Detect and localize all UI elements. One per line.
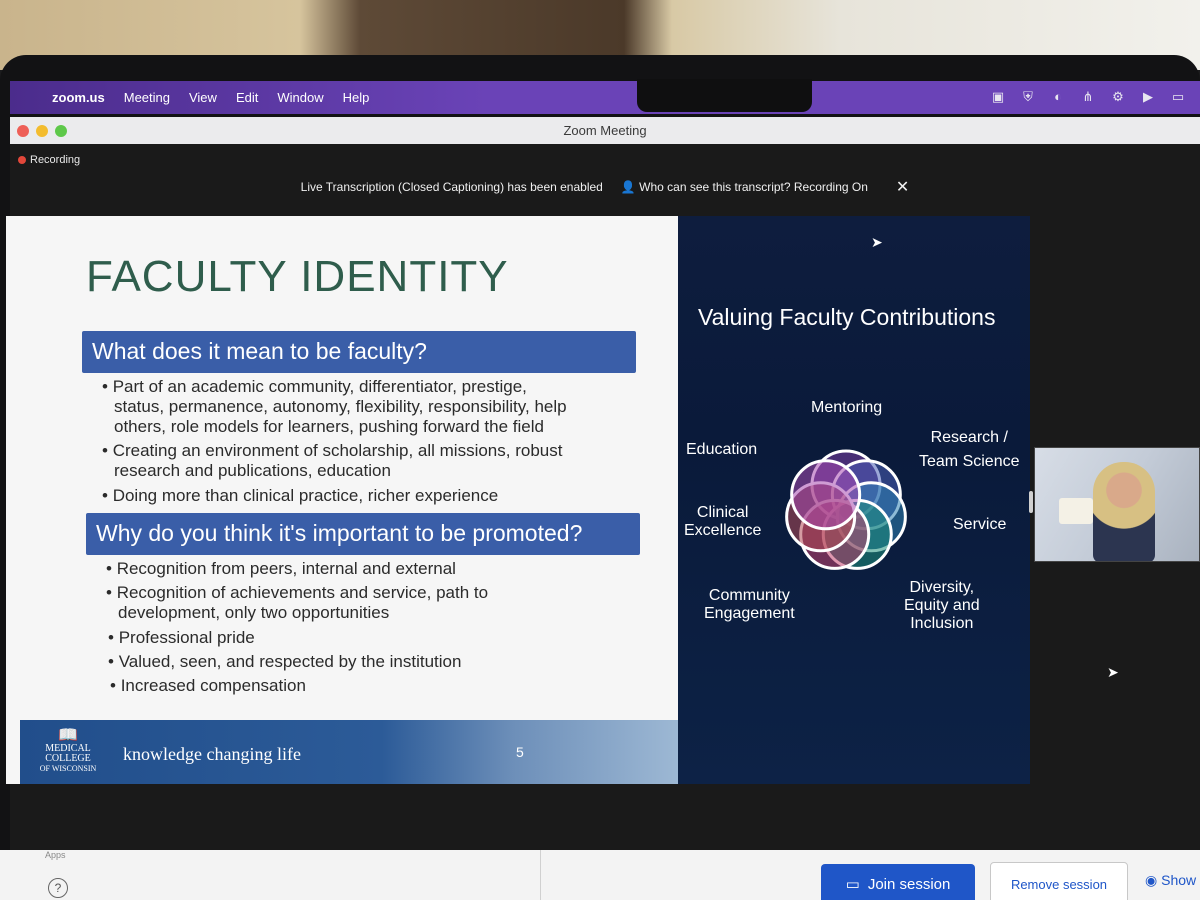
window-titlebar: Zoom Meeting xyxy=(10,117,1200,144)
bullet-4-text: Recognition from peers, internal and ext… xyxy=(116,559,456,578)
bullet-1-line-2: status, permanence, autonomy, flexibilit… xyxy=(114,397,567,416)
zoom-video-icon[interactable]: ▣ xyxy=(990,89,1006,104)
bullet-5: • Recognition of achievements and servic… xyxy=(106,583,489,602)
question-bar-1: What does it mean to be faculty? xyxy=(82,331,636,373)
eye-icon: ◉ xyxy=(1145,872,1158,888)
slide-footer xyxy=(20,720,678,784)
banner-link[interactable]: 👤 Who can see this transcript? Recording… xyxy=(621,180,868,194)
label-research-line-1: Research / xyxy=(930,429,1008,446)
bullet-3: • Doing more than clinical practice, ric… xyxy=(102,486,499,505)
question-bar-2: Why do you think it's important to be pr… xyxy=(86,513,640,555)
remove-session-button[interactable]: Remove session xyxy=(990,862,1128,900)
menu-window[interactable]: Window xyxy=(277,90,323,105)
mouse-cursor-icon: ➤ xyxy=(871,234,883,250)
sync-icon[interactable]: ◐ xyxy=(1050,89,1066,104)
banner-close-icon[interactable]: ✕ xyxy=(896,177,909,197)
label-community: Community Engagement xyxy=(704,587,795,623)
recording-label: Recording xyxy=(30,154,81,166)
venn-rosette xyxy=(785,449,907,570)
window-title: Zoom Meeting xyxy=(563,123,647,138)
book-icon: 📖 xyxy=(58,727,78,744)
logo-line-3: OF WISCONSIN xyxy=(39,764,97,773)
camera-notch xyxy=(637,79,812,112)
label-research-line-2: Team Science xyxy=(919,453,1020,470)
show-link[interactable]: ◉ Show xyxy=(1145,872,1196,889)
menubar-tray: ▣ ⛨ ◐ ⋔ ⚙ ▶ ▭ xyxy=(990,89,1186,104)
bullet-6: • Professional pride xyxy=(108,628,255,647)
menu-help[interactable]: Help xyxy=(343,90,370,105)
join-session-label: Join session xyxy=(867,875,951,893)
label-research: Research / Team Science xyxy=(919,429,1020,471)
recording-indicator: Recording xyxy=(18,154,80,166)
bullet-4: • Recognition from peers, internal and e… xyxy=(106,559,456,578)
banner-link-label: Who can see this transcript? Recording O… xyxy=(639,180,868,194)
transcription-banner: Live Transcription (Closed Captioning) h… xyxy=(10,177,1200,197)
apple-icon[interactable] xyxy=(24,90,40,106)
label-service: Service xyxy=(953,516,1007,533)
label-clinical-line-1: Clinical xyxy=(696,504,749,521)
label-community-line-2: Engagement xyxy=(704,605,795,622)
bullet-3-text: Doing more than clinical practice, riche… xyxy=(112,486,499,505)
bullet-2: • Creating an environment of scholarship… xyxy=(102,441,563,460)
bullet-7: • Valued, seen, and respected by the ins… xyxy=(108,652,462,671)
show-label: Show xyxy=(1161,872,1197,888)
menu-edit[interactable]: Edit xyxy=(236,90,258,105)
bullet-5-text: Recognition of achievements and service,… xyxy=(116,583,489,602)
rosette-group xyxy=(785,449,907,570)
bullet-2-line-2: research and publications, education xyxy=(114,461,391,480)
bullet-1: • Part of an academic community, differe… xyxy=(102,377,527,396)
label-clinical-line-2: Excellence xyxy=(684,522,762,539)
recording-dot-icon xyxy=(18,156,26,164)
join-session-button[interactable]: ▭ Join session xyxy=(821,864,975,900)
label-diversity-line-1: Diversity, xyxy=(909,579,975,596)
bullet-7-text: Valued, seen, and respected by the insti… xyxy=(118,652,462,671)
bullet-8: • Increased compensation xyxy=(110,676,306,695)
help-icon[interactable]: ? xyxy=(48,878,68,898)
resize-handle[interactable] xyxy=(1029,491,1033,513)
shield-icon[interactable]: ⛨ xyxy=(1020,89,1036,104)
participant-avatar xyxy=(1093,462,1155,561)
bullet-1-line-3: others, role models for learners, pushin… xyxy=(114,417,544,436)
camera-icon: ▭ xyxy=(845,876,860,893)
slide-title: FACULTY IDENTITY xyxy=(86,252,509,301)
person-icon: 👤 xyxy=(620,180,636,194)
participant-video-tile[interactable] xyxy=(1034,447,1200,562)
bullet-2-text: Creating an environment of scholarship, … xyxy=(112,441,563,460)
shared-slide: FACULTY IDENTITY What does it mean to be… xyxy=(6,216,1030,784)
photo-scene: zoom.us Meeting View Edit Window Help ▣ … xyxy=(0,0,1200,900)
menu-view[interactable]: View xyxy=(189,90,217,105)
banner-text: Live Transcription (Closed Captioning) h… xyxy=(300,180,603,194)
bullet-5-line-2: development, only two opportunities xyxy=(118,603,390,622)
share-icon[interactable]: ⋔ xyxy=(1080,89,1096,104)
bullet-1-text: Part of an academic community, different… xyxy=(112,377,527,396)
valuing-title: Valuing Faculty Contributions xyxy=(698,304,996,330)
label-diversity-line-3: Inclusion xyxy=(910,615,974,632)
gear-icon[interactable]: ⚙ xyxy=(1110,89,1126,104)
label-diversity-line-2: Equity and xyxy=(904,597,980,614)
mouse-cursor-2-icon: ➤ xyxy=(1107,664,1119,680)
footer-tagline: knowledge changing life xyxy=(123,744,301,764)
logo-line-2: COLLEGE xyxy=(45,753,91,764)
label-diversity: Diversity, Equity and Inclusion xyxy=(904,579,980,633)
bullet-8-text: Increased compensation xyxy=(120,676,306,695)
rosette-circle xyxy=(790,459,862,531)
slide-page-number: 5 xyxy=(516,744,524,760)
battery-icon[interactable]: ▭ xyxy=(1170,89,1186,104)
bullet-6-text: Professional pride xyxy=(118,628,255,647)
lamp-icon xyxy=(1059,498,1093,524)
divider xyxy=(540,850,541,900)
label-education: Education xyxy=(686,441,758,458)
zoom-meeting-window: Recording Live Transcription (Closed Cap… xyxy=(6,144,1200,850)
label-community-line-1: Community xyxy=(708,587,790,604)
label-mentoring: Mentoring xyxy=(811,399,883,416)
mcw-logo: 📖 MEDICAL COLLEGE OF WISCONSIN xyxy=(36,728,100,774)
apps-label: Apps xyxy=(45,850,66,860)
menu-meeting[interactable]: Meeting xyxy=(124,90,170,105)
menu-app-name[interactable]: zoom.us xyxy=(52,90,105,105)
label-clinical: Clinical Excellence xyxy=(684,504,761,540)
play-icon[interactable]: ▶ xyxy=(1140,89,1156,104)
